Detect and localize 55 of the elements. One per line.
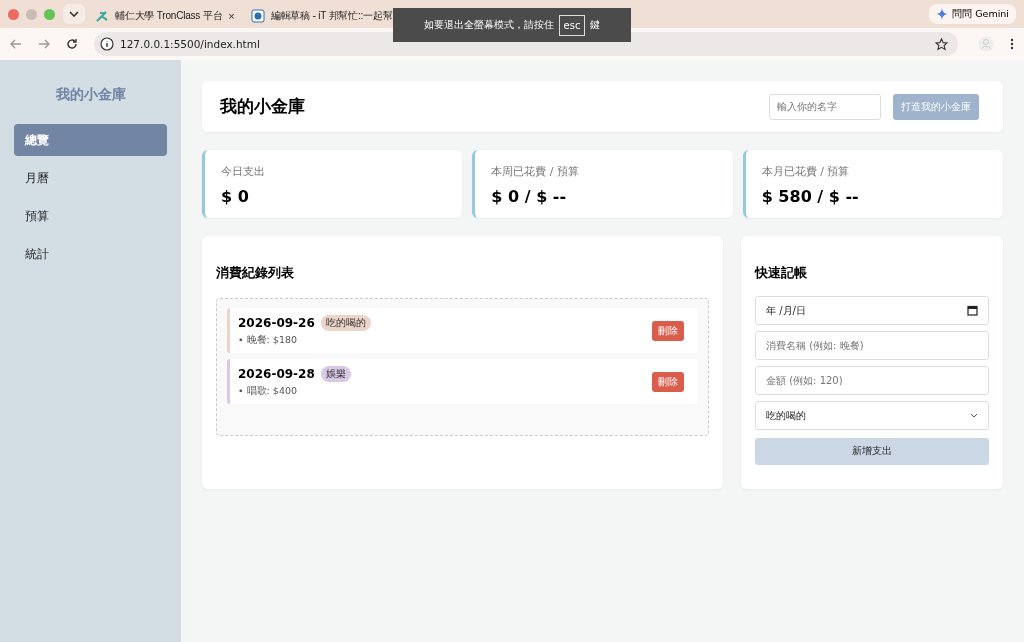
delete-button[interactable]: 刪除 — [652, 371, 684, 392]
tab-title: 輔仁大學 TronClass 平台 — [115, 9, 223, 23]
tab-list-button[interactable] — [63, 4, 85, 24]
stat-value: $ 0 / $ -- — [491, 187, 568, 206]
sidebar-title: 我的小金庫 — [54, 86, 127, 104]
close-window-button[interactable] — [8, 8, 19, 20]
page-title: 我的小金庫 — [220, 95, 306, 118]
chevron-down-icon — [69, 11, 79, 17]
record-date: 2026-09-28 — [238, 366, 315, 381]
nav-item[interactable]: 總覽 — [14, 124, 167, 156]
stat-value: $ 0 — [221, 187, 250, 206]
site-icon — [250, 9, 265, 23]
info-icon — [100, 37, 114, 51]
more-icon[interactable] — [1010, 38, 1014, 50]
record-detail: • 晚餐: $180 — [238, 333, 299, 347]
category-tag: 娛樂 — [320, 365, 351, 382]
name-field[interactable]: 輸入你的名字 — [769, 93, 881, 120]
record-date: 2026-09-26 — [238, 315, 315, 330]
delete-button[interactable]: 刪除 — [652, 320, 684, 341]
notice-text: 鍵 — [590, 18, 601, 32]
esc-key: esc — [558, 14, 586, 36]
leaf-icon — [95, 9, 109, 23]
nav-item[interactable]: 月曆 — [14, 162, 167, 194]
back-icon[interactable] — [10, 38, 22, 50]
calendar-icon — [967, 305, 978, 316]
star-icon[interactable] — [935, 37, 948, 51]
url-text: 127.0.0.1:5500/index.html — [120, 38, 260, 50]
section-title: 消費紀錄列表 — [216, 264, 295, 282]
minimize-window-button[interactable] — [26, 8, 37, 20]
sparkle-icon — [936, 8, 949, 20]
stat-value: $ 580 / $ -- — [761, 187, 860, 206]
maximize-window-button[interactable] — [44, 8, 55, 20]
record-detail: • 唱歌: $400 — [238, 384, 299, 398]
reload-icon[interactable] — [66, 38, 78, 50]
date-field[interactable]: 年 /月/日 — [755, 296, 989, 325]
browser-tab[interactable]: 輔仁大學 TronClass 平台 × — [89, 4, 241, 28]
tab-title: 編輯草稿 - iT 邦幫忙::一起幫 — [270, 9, 393, 23]
profile-icon[interactable] — [978, 36, 994, 52]
category-select[interactable]: 吃的喝的 — [755, 401, 989, 430]
close-tab-button[interactable]: × — [228, 10, 235, 22]
stat-label: 本月已花費 / 預算 — [761, 164, 851, 179]
section-title: 快速記帳 — [755, 264, 808, 282]
stat-label: 本周已花費 / 預算 — [491, 164, 581, 179]
chevron-down-icon — [970, 413, 978, 418]
gemini-button[interactable]: 問問 Gemini — [929, 4, 1016, 24]
stat-label: 今日支出 — [221, 164, 266, 179]
browser-tab[interactable]: 編輯草稿 - iT 邦幫忙::一起幫 — [244, 4, 399, 28]
notice-text: 如要退出全螢幕模式，請按住 — [423, 18, 554, 32]
category-tag: 吃的喝的 — [320, 314, 371, 331]
expense-name-field[interactable]: 消費名稱 (例如: 晚餐) — [755, 331, 989, 360]
add-expense-button[interactable]: 新增支出 — [755, 438, 989, 465]
nav-item[interactable]: 預算 — [14, 200, 167, 232]
nav-item[interactable]: 統計 — [14, 238, 167, 270]
forward-icon[interactable] — [38, 38, 50, 50]
amount-field[interactable]: 金額 (例如: 120) — [755, 366, 989, 395]
